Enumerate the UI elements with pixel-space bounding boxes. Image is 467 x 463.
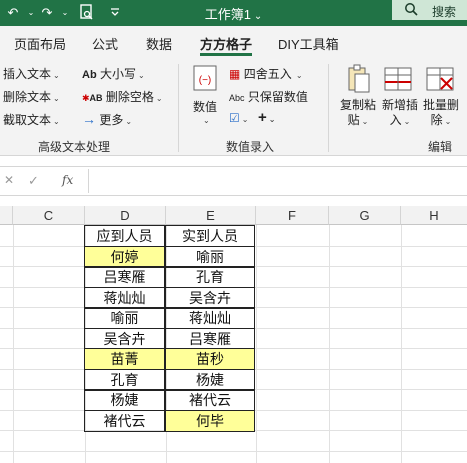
tab-diy-toolbox[interactable]: DIY工具箱: [278, 34, 339, 53]
case-button[interactable]: Ab 大小写 ⌄: [82, 65, 145, 82]
cell-actual-staff[interactable]: 褚代云: [165, 389, 255, 411]
more-button[interactable]: → 更多 ⌄: [82, 111, 132, 128]
delete-text-button[interactable]: 删除文本 ⌄: [3, 88, 60, 105]
batch-delete-icon: [425, 64, 455, 97]
keep-value-button[interactable]: Abc 只保留数值: [229, 88, 308, 105]
title-bar: ↶ ⌄ ↷ ⌄ 工作簿1 ⌄ 搜索: [0, 0, 467, 26]
edit-check-button[interactable]: ☑ ⌄: [229, 111, 248, 125]
column-header-partial[interactable]: [0, 206, 13, 225]
tab-formulas[interactable]: 公式: [92, 34, 118, 53]
formula-bar: ✕ ✓ fx: [0, 166, 467, 196]
column-header-e[interactable]: E: [166, 206, 256, 225]
arrow-right-icon: →: [82, 111, 96, 127]
group-label-text: 高级文本处理: [38, 140, 111, 154]
header-expected-staff[interactable]: 应到人员: [84, 225, 165, 247]
cell-actual-staff[interactable]: 蒋灿灿: [165, 307, 255, 329]
column-header-d[interactable]: D: [85, 206, 166, 225]
new-insert-button[interactable]: 新增插入 ⌄: [380, 98, 420, 129]
column-header-h[interactable]: H: [401, 206, 467, 225]
cell-actual-staff[interactable]: 苗秒: [165, 348, 255, 370]
group-separator: [328, 64, 329, 152]
batch-delete-button[interactable]: 批量删除 ⌄: [421, 98, 461, 129]
gridline: [401, 225, 402, 463]
cell-expected-staff[interactable]: 孔育: [84, 369, 165, 391]
edit-check-icon: ☑: [229, 111, 240, 125]
cell-expected-staff[interactable]: 杨婕: [84, 389, 165, 411]
new-insert-icon: [383, 64, 413, 97]
gridline: [13, 225, 14, 463]
cell-actual-staff[interactable]: 何毕: [165, 410, 255, 432]
cell-actual-staff[interactable]: 吴含卉: [165, 287, 255, 309]
cell-actual-staff[interactable]: 杨婕: [165, 369, 255, 391]
cut-text-button[interactable]: 截取文本 ⌄: [3, 111, 60, 128]
cell-expected-staff[interactable]: 何婷: [84, 246, 165, 268]
tab-page-layout[interactable]: 页面布局: [14, 34, 66, 53]
search-icon: [404, 2, 418, 19]
gridline: [329, 225, 330, 463]
cancel-icon[interactable]: ✕: [4, 173, 14, 187]
trim-icon: ✱AB: [82, 93, 103, 103]
cell-expected-staff[interactable]: 褚代云: [84, 410, 165, 432]
search-label: 搜索: [432, 5, 457, 19]
cell-actual-staff[interactable]: 吕寒雁: [165, 328, 255, 350]
column-header-c[interactable]: C: [13, 206, 85, 225]
title-dropdown-icon[interactable]: ⌄: [254, 11, 262, 22]
ribbon-panel: 插入文本 ⌄ 删除文本 ⌄ 截取文本 ⌄ Ab 大小写 ⌄ ✱AB 删除空格 ⌄ → 更多…: [0, 58, 467, 156]
column-header-g[interactable]: G: [329, 206, 401, 225]
spreadsheet-grid[interactable]: C D E F G H 应到人员 实到人员 何婷 喻丽 吕寒雁 孔育 蒋灿灿 吴含卉 喻丽 蒋灿灿…: [0, 206, 467, 463]
cell-expected-staff[interactable]: 吴含卉: [84, 328, 165, 350]
tab-data[interactable]: 数据: [146, 34, 172, 53]
column-header-f[interactable]: F: [256, 206, 329, 225]
insert-text-button[interactable]: 插入文本 ⌄: [3, 65, 60, 82]
insert-function-icon[interactable]: fx: [62, 173, 73, 187]
formula-input[interactable]: [88, 169, 467, 193]
copy-paste-button[interactable]: 复制粘贴 ⌄: [338, 98, 378, 129]
gridline: [0, 451, 467, 452]
active-tab-indicator: [200, 53, 252, 56]
case-icon: Ab: [82, 69, 97, 81]
group-separator: [178, 64, 179, 152]
numeric-icon: (−): [192, 64, 218, 97]
round-icon: ▦: [229, 67, 241, 81]
cell-expected-staff[interactable]: 蒋灿灿: [84, 287, 165, 309]
gridline: [256, 225, 257, 463]
cell-expected-staff[interactable]: 吕寒雁: [84, 266, 165, 288]
group-label-numeric: 数值录入: [226, 140, 275, 154]
cell-expected-staff[interactable]: 苗菁: [84, 348, 165, 370]
cell-actual-staff[interactable]: 喻丽: [165, 246, 255, 268]
header-actual-staff[interactable]: 实到人员: [165, 225, 255, 247]
trim-space-button[interactable]: ✱AB 删除空格 ⌄: [82, 88, 163, 105]
numeric-dropdown[interactable]: ⌄: [201, 112, 210, 126]
group-label-edit: 编辑: [428, 140, 453, 154]
search-box[interactable]: 搜索: [392, 0, 467, 20]
confirm-icon[interactable]: ✓: [28, 173, 39, 189]
cell-actual-staff[interactable]: 孔育: [165, 266, 255, 288]
round-button[interactable]: ▦ 四舍五入 ⌄: [229, 65, 303, 82]
tab-fangfang[interactable]: 方方格子: [200, 34, 252, 53]
plus-button[interactable]: + ⌄: [258, 109, 275, 126]
copy-paste-icon: [345, 64, 371, 97]
svg-text:(−): (−): [199, 75, 212, 86]
cell-expected-staff[interactable]: 喻丽: [84, 307, 165, 329]
abc-icon: Abc: [229, 93, 245, 103]
